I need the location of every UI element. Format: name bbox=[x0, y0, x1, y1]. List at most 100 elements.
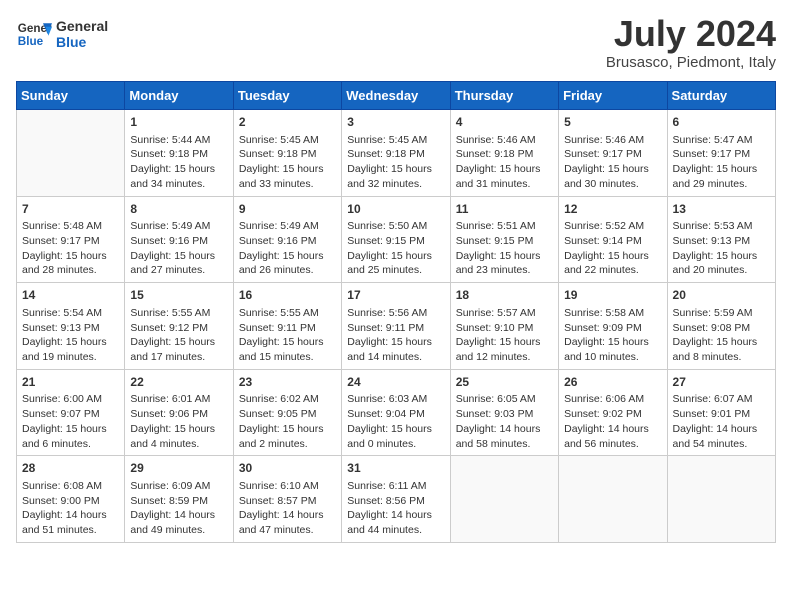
day-number: 16 bbox=[239, 287, 336, 304]
calendar-cell: 12Sunrise: 5:52 AMSunset: 9:14 PMDayligh… bbox=[559, 196, 667, 283]
weekday-header-wednesday: Wednesday bbox=[342, 82, 450, 110]
week-row-2: 7Sunrise: 5:48 AMSunset: 9:17 PMDaylight… bbox=[17, 196, 776, 283]
calendar-cell: 18Sunrise: 5:57 AMSunset: 9:10 PMDayligh… bbox=[450, 283, 558, 370]
day-info: Sunrise: 5:49 AMSunset: 9:16 PMDaylight:… bbox=[130, 219, 227, 278]
day-number: 19 bbox=[564, 287, 661, 304]
calendar-cell: 28 Sunrise: 6:08 AMSunset: 9:00 PMDayligh… bbox=[17, 456, 125, 543]
weekday-header-row: SundayMondayTuesdayWednesdayThursdayFrid… bbox=[17, 82, 776, 110]
day-info: Sunrise: 6:10 AMSunset: 8:57 PMDaylight:… bbox=[239, 479, 336, 538]
calendar-cell: 31 Sunrise: 6:11 AMSunset: 8:56 PMDayligh… bbox=[342, 456, 450, 543]
day-number: 10 bbox=[347, 201, 444, 218]
day-info: Sunrise: 6:03 AMSunset: 9:04 PMDaylight:… bbox=[347, 392, 444, 451]
calendar-cell: 2 Sunrise: 5:45 AMSunset: 9:18 PMDaylight… bbox=[233, 110, 341, 197]
calendar-table: SundayMondayTuesdayWednesdayThursdayFrid… bbox=[16, 81, 776, 543]
day-number: 22 bbox=[130, 374, 227, 391]
calendar-cell: 6Sunrise: 5:47 AMSunset: 9:17 PMDaylight… bbox=[667, 110, 775, 197]
calendar-cell: 19 Sunrise: 5:58 AMSunset: 9:09 PMDayligh… bbox=[559, 283, 667, 370]
day-info: Sunrise: 5:51 AMSunset: 9:15 PMDaylight:… bbox=[456, 219, 553, 278]
calendar-cell: 21Sunrise: 6:00 AMSunset: 9:07 PMDayligh… bbox=[17, 369, 125, 456]
day-number: 15 bbox=[130, 287, 227, 304]
day-info: Sunrise: 5:55 AMSunset: 9:12 PMDaylight:… bbox=[130, 306, 227, 365]
day-info: Sunrise: 5:46 AMSunset: 9:17 PMDaylight:… bbox=[564, 133, 661, 192]
day-number: 27 bbox=[673, 374, 770, 391]
day-info: Sunrise: 5:58 AMSunset: 9:09 PMDaylight:… bbox=[564, 306, 661, 365]
weekday-header-thursday: Thursday bbox=[450, 82, 558, 110]
weekday-header-tuesday: Tuesday bbox=[233, 82, 341, 110]
day-info: Sunrise: 5:54 AMSunset: 9:13 PMDaylight:… bbox=[22, 306, 119, 365]
day-number: 28 bbox=[22, 460, 119, 477]
calendar-cell: 13Sunrise: 5:53 AMSunset: 9:13 PMDayligh… bbox=[667, 196, 775, 283]
day-info: Sunrise: 6:01 AMSunset: 9:06 PMDaylight:… bbox=[130, 392, 227, 451]
calendar-cell: 7Sunrise: 5:48 AMSunset: 9:17 PMDaylight… bbox=[17, 196, 125, 283]
calendar-cell: 24Sunrise: 6:03 AMSunset: 9:04 PMDayligh… bbox=[342, 369, 450, 456]
weekday-header-friday: Friday bbox=[559, 82, 667, 110]
logo-blue: Blue bbox=[56, 34, 108, 50]
weekday-header-monday: Monday bbox=[125, 82, 233, 110]
calendar-cell: 22Sunrise: 6:01 AMSunset: 9:06 PMDayligh… bbox=[125, 369, 233, 456]
calendar-cell: 3Sunrise: 5:45 AMSunset: 9:18 PMDaylight… bbox=[342, 110, 450, 197]
day-number: 21 bbox=[22, 374, 119, 391]
page-header: General Blue General Blue July 2024 Brus… bbox=[16, 16, 776, 71]
svg-text:Blue: Blue bbox=[18, 35, 44, 48]
day-info: Sunrise: 5:46 AMSunset: 9:18 PMDaylight:… bbox=[456, 133, 553, 192]
day-number: 9 bbox=[239, 201, 336, 218]
logo-general: General bbox=[56, 18, 108, 34]
calendar-cell: 15 Sunrise: 5:55 AMSunset: 9:12 PMDayligh… bbox=[125, 283, 233, 370]
day-info: Sunrise: 5:50 AMSunset: 9:15 PMDaylight:… bbox=[347, 219, 444, 278]
day-number: 17 bbox=[347, 287, 444, 304]
week-row-4: 21Sunrise: 6:00 AMSunset: 9:07 PMDayligh… bbox=[17, 369, 776, 456]
weekday-header-saturday: Saturday bbox=[667, 82, 775, 110]
day-info: Sunrise: 6:08 AMSunset: 9:00 PMDaylight:… bbox=[22, 479, 119, 538]
calendar-cell: 16 Sunrise: 5:55 AMSunset: 9:11 PMDayligh… bbox=[233, 283, 341, 370]
day-info: Sunrise: 6:07 AMSunset: 9:01 PMDaylight:… bbox=[673, 392, 770, 451]
day-info: Sunrise: 5:56 AMSunset: 9:11 PMDaylight:… bbox=[347, 306, 444, 365]
day-number: 26 bbox=[564, 374, 661, 391]
day-info: Sunrise: 5:44 AMSunset: 9:18 PMDaylight:… bbox=[130, 133, 227, 192]
day-info: Sunrise: 5:45 AMSunset: 9:18 PMDaylight:… bbox=[347, 133, 444, 192]
day-info: Sunrise: 6:11 AMSunset: 8:56 PMDaylight:… bbox=[347, 479, 444, 538]
day-info: Sunrise: 5:59 AMSunset: 9:08 PMDaylight:… bbox=[673, 306, 770, 365]
calendar-cell: 1 Sunrise: 5:44 AMSunset: 9:18 PMDaylight… bbox=[125, 110, 233, 197]
day-number: 18 bbox=[456, 287, 553, 304]
day-number: 31 bbox=[347, 460, 444, 477]
day-info: Sunrise: 5:48 AMSunset: 9:17 PMDaylight:… bbox=[22, 219, 119, 278]
calendar-cell: 26Sunrise: 6:06 AMSunset: 9:02 PMDayligh… bbox=[559, 369, 667, 456]
day-number: 29 bbox=[130, 460, 227, 477]
logo-icon: General Blue bbox=[16, 16, 52, 52]
day-info: Sunrise: 5:55 AMSunset: 9:11 PMDaylight:… bbox=[239, 306, 336, 365]
day-number: 25 bbox=[456, 374, 553, 391]
location: Brusasco, Piedmont, Italy bbox=[606, 54, 776, 71]
day-number: 5 bbox=[564, 114, 661, 131]
day-number: 4 bbox=[456, 114, 553, 131]
calendar-cell: 11Sunrise: 5:51 AMSunset: 9:15 PMDayligh… bbox=[450, 196, 558, 283]
calendar-cell: 14 Sunrise: 5:54 AMSunset: 9:13 PMDayligh… bbox=[17, 283, 125, 370]
day-number: 1 bbox=[130, 114, 227, 131]
day-info: Sunrise: 5:47 AMSunset: 9:17 PMDaylight:… bbox=[673, 133, 770, 192]
day-info: Sunrise: 6:02 AMSunset: 9:05 PMDaylight:… bbox=[239, 392, 336, 451]
calendar-cell: 23Sunrise: 6:02 AMSunset: 9:05 PMDayligh… bbox=[233, 369, 341, 456]
calendar-cell bbox=[559, 456, 667, 543]
day-info: Sunrise: 6:09 AMSunset: 8:59 PMDaylight:… bbox=[130, 479, 227, 538]
day-info: Sunrise: 5:45 AMSunset: 9:18 PMDaylight:… bbox=[239, 133, 336, 192]
day-number: 23 bbox=[239, 374, 336, 391]
day-info: Sunrise: 6:06 AMSunset: 9:02 PMDaylight:… bbox=[564, 392, 661, 451]
calendar-cell: 17 Sunrise: 5:56 AMSunset: 9:11 PMDayligh… bbox=[342, 283, 450, 370]
day-number: 30 bbox=[239, 460, 336, 477]
day-number: 14 bbox=[22, 287, 119, 304]
calendar-cell: 5 Sunrise: 5:46 AMSunset: 9:17 PMDaylight… bbox=[559, 110, 667, 197]
calendar-cell bbox=[450, 456, 558, 543]
title-block: July 2024 Brusasco, Piedmont, Italy bbox=[606, 16, 776, 71]
week-row-1: 1 Sunrise: 5:44 AMSunset: 9:18 PMDaylight… bbox=[17, 110, 776, 197]
day-info: Sunrise: 5:53 AMSunset: 9:13 PMDaylight:… bbox=[673, 219, 770, 278]
weekday-header-sunday: Sunday bbox=[17, 82, 125, 110]
week-row-3: 14 Sunrise: 5:54 AMSunset: 9:13 PMDayligh… bbox=[17, 283, 776, 370]
calendar-cell: 4 Sunrise: 5:46 AMSunset: 9:18 PMDaylight… bbox=[450, 110, 558, 197]
month-title: July 2024 bbox=[606, 16, 776, 52]
logo: General Blue General Blue bbox=[16, 16, 108, 52]
day-number: 20 bbox=[673, 287, 770, 304]
calendar-cell: 10Sunrise: 5:50 AMSunset: 9:15 PMDayligh… bbox=[342, 196, 450, 283]
day-number: 2 bbox=[239, 114, 336, 131]
day-number: 12 bbox=[564, 201, 661, 218]
calendar-cell: 30 Sunrise: 6:10 AMSunset: 8:57 PMDayligh… bbox=[233, 456, 341, 543]
calendar-cell bbox=[17, 110, 125, 197]
